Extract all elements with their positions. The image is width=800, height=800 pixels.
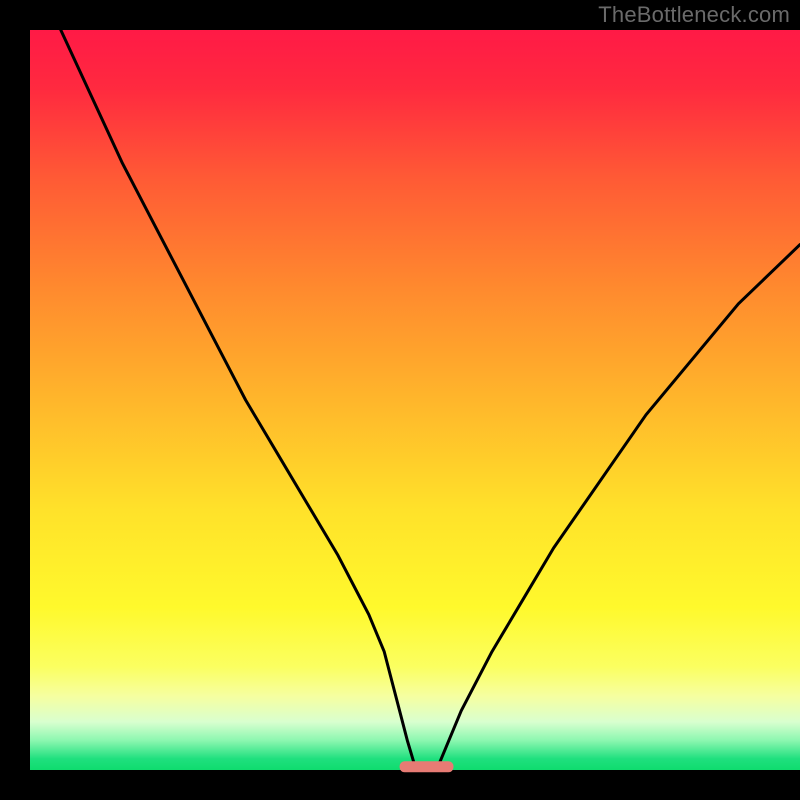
optimal-marker (400, 761, 454, 772)
plot-background (30, 30, 800, 770)
watermark-text: TheBottleneck.com (598, 2, 790, 28)
bottleneck-chart (0, 0, 800, 800)
chart-frame: TheBottleneck.com (0, 0, 800, 800)
